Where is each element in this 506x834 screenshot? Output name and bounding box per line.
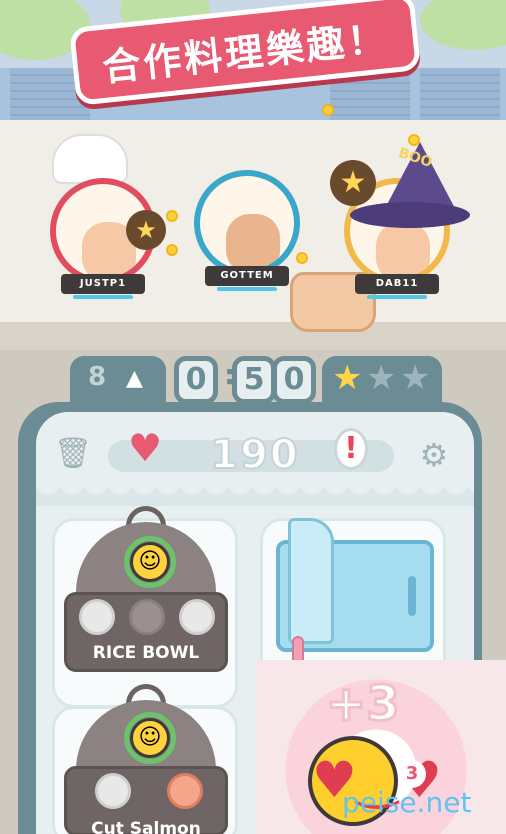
plate-slot: [79, 599, 115, 635]
bonus-points: +3: [325, 675, 402, 734]
timer-digit-2: 5: [232, 356, 276, 404]
star-icon: ★: [366, 358, 397, 398]
coin-icon: [296, 252, 308, 264]
player-name-2: GOTTEM: [205, 266, 289, 291]
rice-slot: [179, 599, 215, 635]
dish-tray: Cut Salmon: [64, 766, 228, 834]
player-avatar-2: GOTTEM: [194, 170, 300, 291]
chef-hat-icon: [52, 134, 128, 184]
combo-badge: 3: [398, 760, 426, 788]
star-bubble-icon: ★: [126, 210, 166, 250]
score-value: 190: [209, 431, 300, 479]
level-number: 8: [88, 362, 107, 392]
dish-tray: RICE BOWL: [64, 592, 228, 672]
level-indicator: 8 ▲: [70, 356, 166, 406]
gear-icon[interactable]: ⚙: [416, 436, 452, 474]
star-icon: ★: [332, 358, 363, 398]
player-name-1: JUSTP1: [61, 274, 145, 299]
timer-digit-3: 0: [272, 356, 316, 404]
salmon-slot: [167, 773, 203, 809]
alert-icon: !: [334, 428, 368, 470]
dish-label-1: RICE BOWL: [92, 643, 200, 663]
trash-icon[interactable]: 🗑: [54, 436, 92, 472]
up-arrow-icon: ▲: [126, 366, 143, 391]
panel-wave: [36, 482, 474, 506]
heart-eyes-face-icon: ☺: [130, 718, 170, 758]
fridge-handle: [408, 576, 416, 616]
kitchen-counter: [0, 322, 506, 352]
star-bubble-icon: ★: [330, 160, 376, 206]
watermark: peise.net: [342, 786, 472, 819]
coin-icon: [166, 210, 178, 222]
knife-icon[interactable]: [288, 518, 334, 644]
timer-digit-1: 0: [174, 356, 218, 404]
coin-icon: [322, 104, 334, 116]
coin-icon: [166, 244, 178, 256]
player-name-3: DAB11: [355, 274, 439, 299]
plate-slot: [129, 599, 165, 635]
plate-slot: [95, 773, 131, 809]
heart-icon: ♥: [128, 426, 163, 470]
dish-label-2: Cut Salmon: [91, 819, 201, 834]
happy-face-icon: ☺: [130, 542, 170, 582]
star-rating: ★ ★ ★: [322, 356, 442, 406]
star-icon: ★: [400, 358, 431, 398]
